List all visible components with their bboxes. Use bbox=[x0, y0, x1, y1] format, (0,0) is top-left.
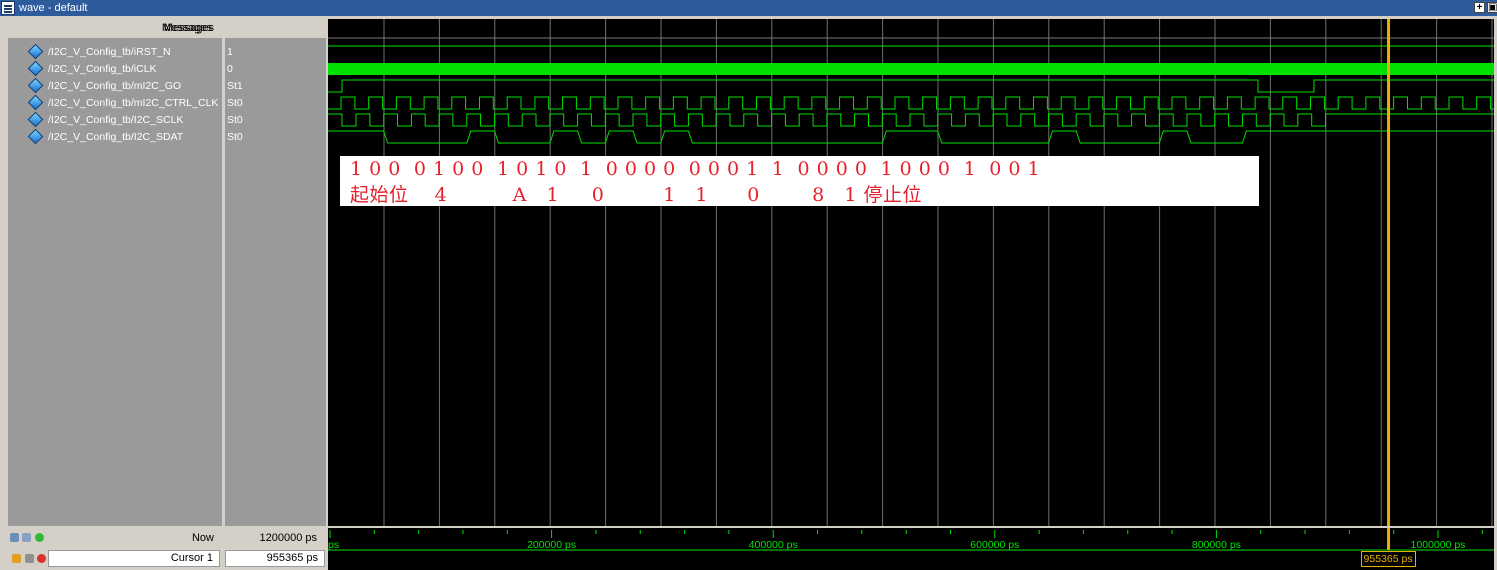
messages-header: Messages bbox=[164, 19, 326, 38]
status-bar: Now 1200000 ps Cursor 1 955365 ps ps 2000… bbox=[0, 528, 1497, 570]
signal-diamond-icon bbox=[27, 128, 44, 145]
signal-value: 0 bbox=[227, 63, 233, 75]
timeline-svg[interactable]: ps 200000 ps 400000 ps 600000 ps 800000 ps 10… bbox=[328, 528, 1494, 570]
cursor-label: Cursor 1 bbox=[170, 552, 213, 564]
ruler-tick-label: 800000 ps bbox=[1192, 539, 1241, 551]
wave-window-icon bbox=[1, 1, 15, 15]
value-row: St0 bbox=[225, 112, 326, 129]
signal-diamond-icon bbox=[27, 111, 44, 128]
signal-diamond-icon bbox=[27, 77, 44, 94]
ruler-tick-label: 400000 ps bbox=[749, 539, 798, 551]
frame-left bbox=[0, 19, 8, 528]
window-title: wave - default bbox=[19, 2, 88, 14]
signal-row-mi2c-go[interactable]: /I2C_V_Config_tb/mI2C_GO bbox=[8, 77, 222, 95]
value-row: 0 bbox=[225, 61, 326, 78]
bit-annotation-box: 1 0 0 0 1 0 0 1 0 1 0 1 0 0 0 0 0 0 0 1 … bbox=[340, 156, 1259, 206]
signal-name: /I2C_V_Config_tb/mI2C_CTRL_CLK bbox=[48, 97, 219, 109]
wave-iclk bbox=[328, 63, 1494, 75]
signal-names-panel: /I2C_V_Config_tb/iRST_N /I2C_V_Config_tb… bbox=[8, 38, 222, 526]
signal-row-iclk[interactable]: /I2C_V_Config_tb/iCLK bbox=[8, 60, 222, 78]
value-row: St0 bbox=[225, 95, 326, 112]
signal-value: 1 bbox=[227, 46, 233, 58]
zoom-icon[interactable] bbox=[10, 533, 19, 542]
signal-values-panel: 1 0 St1 St0 St0 St0 bbox=[225, 38, 326, 526]
signal-name: /I2C_V_Config_tb/iCLK bbox=[48, 63, 157, 75]
wrench-icon[interactable] bbox=[25, 554, 34, 563]
timeline-ruler[interactable]: ps 200000 ps 400000 ps 600000 ps 800000 ps 10… bbox=[328, 528, 1494, 570]
wave-i2c-sdat bbox=[328, 130, 1494, 144]
cursor-value: 955365 ps bbox=[266, 552, 318, 564]
maximize-button[interactable]: + bbox=[1474, 2, 1485, 13]
signal-diamond-icon bbox=[27, 60, 44, 77]
messages-label: Messages bbox=[161, 22, 212, 34]
ruler-tick-label: 1000000 ps bbox=[1411, 539, 1466, 551]
signal-diamond-icon bbox=[27, 94, 44, 111]
now-value: 1200000 ps bbox=[259, 532, 318, 544]
title-bar: wave - default + ▣ bbox=[0, 0, 1497, 16]
signal-diamond-icon bbox=[27, 43, 44, 60]
now-label: Now bbox=[191, 532, 214, 544]
signal-value: St0 bbox=[227, 114, 243, 126]
value-row: 1 bbox=[225, 44, 326, 61]
edit-icon[interactable] bbox=[22, 533, 31, 542]
signal-value: St0 bbox=[227, 131, 243, 143]
signal-row-i2c-sclk[interactable]: /I2C_V_Config_tb/I2C_SCLK bbox=[8, 111, 222, 129]
wave-mi2c-ctrl-clk bbox=[328, 96, 1494, 110]
signal-value: St1 bbox=[227, 80, 243, 92]
cursor-time-tag[interactable]: 955365 ps bbox=[1360, 551, 1416, 567]
value-row: St1 bbox=[225, 78, 326, 95]
wave-i2c-sclk bbox=[328, 113, 1494, 127]
annotation-labels: 起始位 4 A 1 0 1 1 0 8 1 停止位 bbox=[350, 184, 922, 206]
lock-icon[interactable] bbox=[12, 554, 21, 563]
ruler-tick-label: ps bbox=[328, 539, 339, 551]
signal-name: /I2C_V_Config_tb/I2C_SCLK bbox=[48, 114, 184, 126]
signal-name: /I2C_V_Config_tb/iRST_N bbox=[48, 46, 171, 58]
value-row: St0 bbox=[225, 129, 326, 146]
signal-row-irst-n[interactable]: /I2C_V_Config_tb/iRST_N bbox=[8, 43, 222, 61]
add-cursor-icon[interactable] bbox=[35, 533, 44, 542]
signal-name: /I2C_V_Config_tb/I2C_SDAT bbox=[48, 131, 184, 143]
cursor-value-field[interactable]: 955365 ps bbox=[225, 550, 325, 567]
ruler-tick-label: 600000 ps bbox=[970, 539, 1019, 551]
wave-mi2c-go bbox=[328, 79, 1494, 93]
signal-name: /I2C_V_Config_tb/mI2C_GO bbox=[48, 80, 182, 92]
signal-row-mi2c-ctrl-clk[interactable]: /I2C_V_Config_tb/mI2C_CTRL_CLK bbox=[8, 94, 222, 112]
signal-value: St0 bbox=[227, 97, 243, 109]
ruler-tick-label: 200000 ps bbox=[527, 539, 576, 551]
undock-button[interactable]: ▣ bbox=[1487, 2, 1497, 13]
annotation-bits: 1 0 0 0 1 0 0 1 0 1 0 1 0 0 0 0 0 0 0 1 … bbox=[350, 158, 1041, 180]
delete-cursor-icon[interactable] bbox=[37, 554, 46, 563]
signal-row-i2c-sdat[interactable]: /I2C_V_Config_tb/I2C_SDAT bbox=[8, 128, 222, 146]
waveform-svg[interactable] bbox=[328, 19, 1494, 526]
cursor-name-field[interactable]: Cursor 1 bbox=[48, 550, 220, 567]
waveform-canvas[interactable] bbox=[328, 19, 1494, 526]
